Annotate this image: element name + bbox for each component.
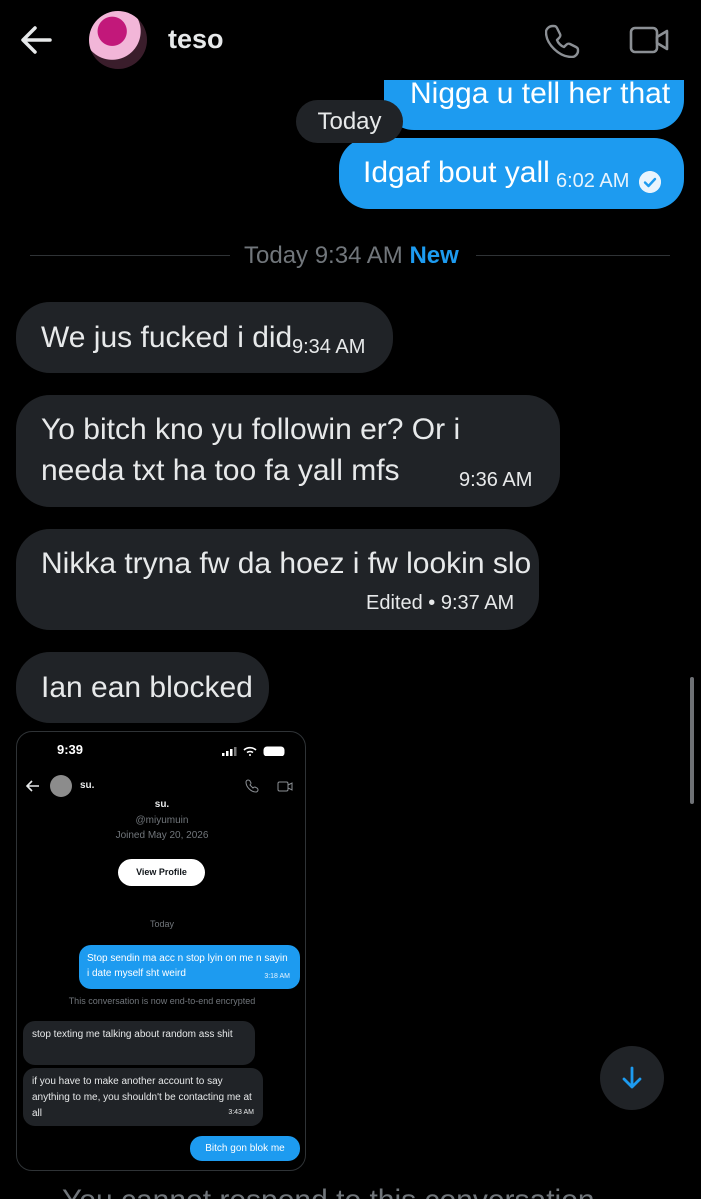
incoming-message[interactable]: Nikka tryna fw da hoez i fw lookin slo E…	[16, 529, 539, 630]
message-text: Nikka tryna fw da hoez i fw lookin slo	[41, 547, 532, 580]
incoming-message: if you have to make another account to s…	[23, 1068, 263, 1126]
message-time: Edited • 9:37 AM	[366, 592, 515, 614]
view-profile-button: View Profile	[118, 859, 205, 886]
incoming-message[interactable]: We jus fucked i did 9:34 AM	[16, 302, 393, 373]
new-messages-divider: Today 9:34 AM New	[30, 238, 670, 274]
status-bar-icons	[222, 746, 285, 756]
message-time: 3:43 AM	[228, 1109, 254, 1116]
back-arrow-icon[interactable]	[18, 22, 54, 58]
phone-icon	[245, 779, 259, 793]
scroll-to-bottom-button[interactable]	[600, 1046, 664, 1110]
outgoing-message: Bitch gon blok me	[190, 1136, 300, 1161]
message-time: 6:02 AM	[556, 170, 630, 192]
divider-line	[30, 255, 230, 256]
message-time: 3:18 AM	[264, 973, 290, 980]
incoming-message[interactable]: Yo bitch kno yu followin er? Or i needa …	[16, 395, 560, 507]
profile-joined: Joined May 20, 2026	[115, 830, 209, 841]
contact-avatar[interactable]	[89, 11, 147, 69]
message-text: Stop sendin ma acc n stop lyin on me n s…	[87, 953, 288, 979]
cannot-respond-notice: You cannot respond to this conversation	[62, 1184, 595, 1199]
contact-name[interactable]: teso	[168, 24, 224, 55]
avatar	[50, 775, 72, 797]
arrow-down-icon	[622, 1066, 642, 1089]
message-text: Idgaf bout yall	[363, 156, 550, 189]
message-text: Nigga u tell her that	[410, 77, 671, 110]
message-text: stop texting me talking about random ass…	[32, 1029, 233, 1040]
divider-line	[476, 255, 670, 256]
status-bar-clock: 9:39	[57, 742, 84, 757]
video-icon	[277, 781, 293, 792]
encryption-notice: This conversation is now end-to-end encr…	[68, 996, 256, 1006]
conversation-header: teso	[0, 0, 701, 80]
profile-name: su.	[154, 799, 170, 810]
screenshot-contact-name: su.	[80, 780, 95, 791]
date-label: Today	[149, 919, 175, 929]
profile-handle: @miyumuin	[135, 815, 189, 826]
attached-screenshot[interactable]: 9:39 su. su. @miyumuin Joined May 20, 20…	[16, 731, 306, 1171]
message-text: We jus fucked i did	[41, 321, 293, 354]
new-label: New	[409, 242, 459, 269]
video-icon[interactable]	[628, 22, 670, 58]
incoming-message[interactable]: Ian ean blocked	[16, 652, 269, 723]
phone-icon[interactable]	[545, 22, 581, 58]
message-time: 9:34 AM	[292, 336, 366, 358]
read-check-icon	[639, 171, 661, 193]
incoming-message: stop texting me talking about random ass…	[23, 1021, 255, 1065]
message-text: Ian ean blocked	[41, 671, 253, 704]
message-text: if you have to make another account to s…	[32, 1076, 252, 1119]
divider-timestamp: Today 9:34 AM	[244, 242, 403, 269]
message-time: 9:36 AM	[459, 469, 533, 491]
back-arrow-icon	[26, 780, 39, 792]
outgoing-message: Stop sendin ma acc n stop lyin on me n s…	[79, 945, 300, 989]
scrollbar[interactable]	[690, 677, 694, 804]
date-pill: Today	[296, 100, 403, 143]
outgoing-message[interactable]: Idgaf bout yall 6:02 AM	[339, 138, 684, 209]
